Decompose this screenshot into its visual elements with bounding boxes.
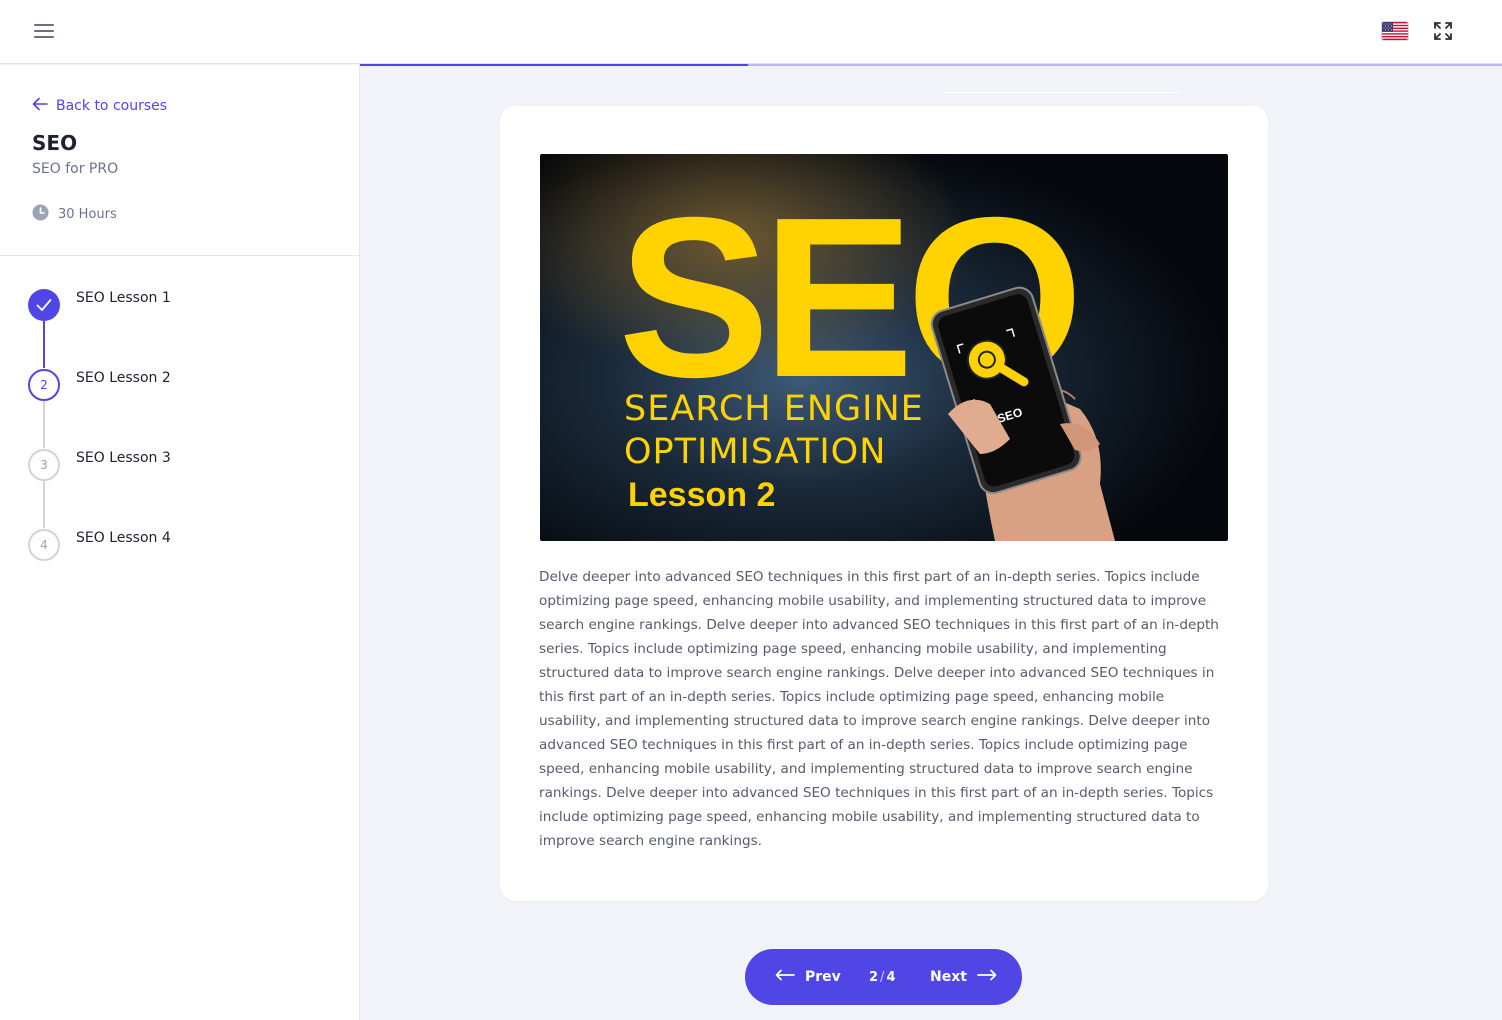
lesson-label: SEO Lesson 4	[76, 530, 171, 546]
step-connector	[43, 400, 45, 448]
card-top-highlight	[944, 92, 1180, 93]
expand-icon[interactable]	[1432, 20, 1454, 42]
hamburger-icon[interactable]	[34, 24, 54, 40]
check-icon	[28, 289, 60, 321]
back-to-courses-label: Back to courses	[56, 98, 168, 114]
course-subtitle: SEO for PRO	[32, 161, 119, 177]
hero-lesson-label: Lesson 2	[628, 476, 775, 514]
prev-button[interactable]: Prev	[775, 949, 841, 1005]
top-bar	[0, 0, 1502, 64]
page-indicator: 2 / 4	[869, 949, 895, 1005]
back-to-courses-link[interactable]: Back to courses	[32, 97, 167, 115]
sidebar-divider	[0, 255, 359, 256]
total-pages: 4	[886, 969, 896, 985]
lesson-item-3[interactable]: 3 SEO Lesson 3	[28, 449, 171, 481]
lesson-number-badge: 2	[28, 369, 60, 401]
lesson-content-card: SEO SEARCH ENGINE OPTIMISATION Lesson 2 …	[500, 106, 1268, 901]
lesson-progress-bar	[360, 64, 1502, 66]
lesson-item-2[interactable]: 2 SEO Lesson 2	[28, 369, 171, 401]
current-page: 2	[869, 969, 879, 985]
next-button[interactable]: Next	[930, 949, 997, 1005]
hero-line-1: SEARCH ENGINE	[624, 389, 924, 429]
lesson-description: Delve deeper into advanced SEO technique…	[539, 569, 1219, 849]
lesson-label: SEO Lesson 1	[76, 290, 171, 306]
lesson-label: SEO Lesson 2	[76, 370, 171, 386]
lesson-pager: Prev 2 / 4 Next	[745, 949, 1022, 1005]
lesson-label: SEO Lesson 3	[76, 450, 171, 466]
lesson-progress-fill	[360, 64, 749, 66]
course-title: SEO	[32, 131, 78, 155]
course-sidebar: Back to courses SEO SEO for PRO 30 Hours…	[0, 65, 360, 1020]
prev-label: Prev	[805, 969, 841, 985]
step-connector	[43, 320, 45, 368]
next-label: Next	[930, 969, 967, 985]
lesson-hero-image: SEO SEARCH ENGINE OPTIMISATION Lesson 2 …	[540, 154, 1228, 541]
arrow-right-icon	[977, 969, 997, 985]
course-duration: 30 Hours	[32, 204, 117, 225]
arrow-left-icon	[775, 969, 795, 985]
arrow-left-icon	[32, 97, 48, 115]
lesson-item-4[interactable]: 4 SEO Lesson 4	[28, 529, 171, 561]
step-connector	[43, 480, 45, 528]
lesson-number-badge: 4	[28, 529, 60, 561]
clock-icon	[32, 204, 49, 225]
duration-label: 30 Hours	[58, 207, 117, 222]
lesson-number-badge: 3	[28, 449, 60, 481]
page-separator: /	[880, 969, 885, 985]
hero-line-2: OPTIMISATION	[624, 432, 886, 472]
us-flag-icon[interactable]	[1382, 22, 1408, 40]
lesson-item-1[interactable]: SEO Lesson 1	[28, 289, 171, 321]
